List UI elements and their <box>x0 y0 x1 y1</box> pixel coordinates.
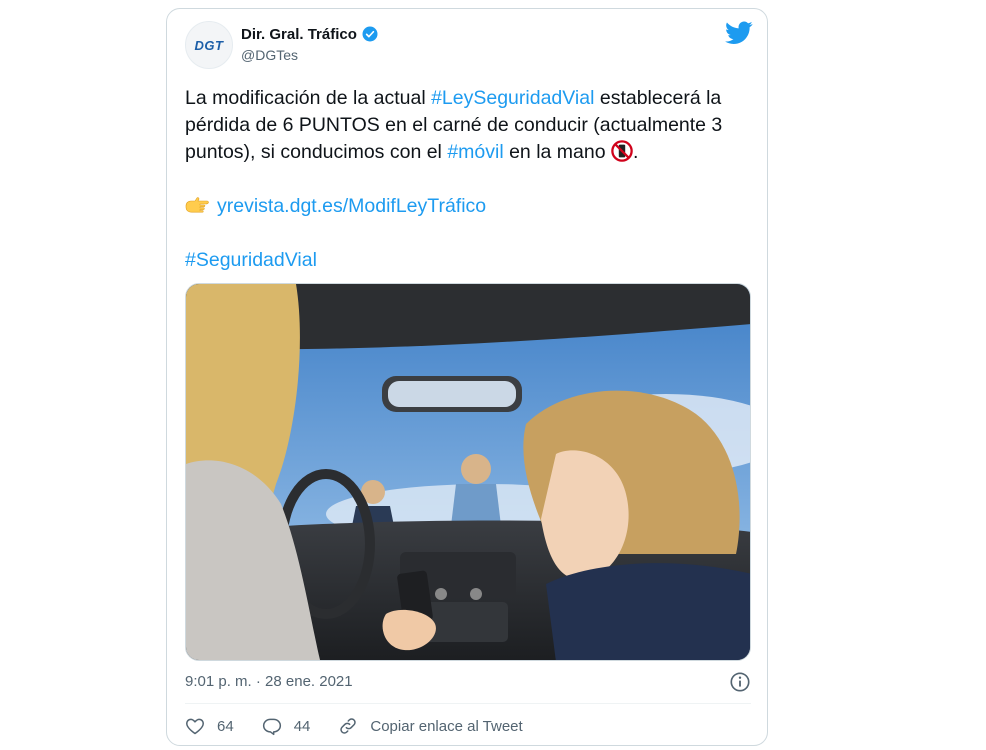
display-name[interactable]: Dir. Gral. Tráfico <box>241 26 357 43</box>
tweet-card: DGT Dir. Gral. Tráfico @DGTes La modific… <box>166 8 768 746</box>
reply-bubble-icon <box>262 718 281 736</box>
like-button[interactable]: 64 <box>185 716 234 736</box>
divider <box>185 703 751 704</box>
tweet-text-part: . <box>633 141 639 163</box>
account-handle[interactable]: @DGTes <box>241 47 298 63</box>
no-mobile-phones-icon <box>611 140 633 162</box>
hashtag-seguridadvial[interactable]: #SeguridadVial <box>185 249 317 271</box>
tweet-link-line: yrevista.dgt.es/ModifLeyTráfico <box>185 193 755 220</box>
copy-link-button[interactable]: Copiar enlace al Tweet <box>338 716 523 736</box>
hashtag-movil[interactable]: #móvil <box>447 141 503 163</box>
reply-count: 44 <box>293 717 311 735</box>
verified-badge-icon <box>362 26 378 42</box>
tweet-hashtag-line: #SeguridadVial <box>185 247 755 274</box>
info-icon[interactable] <box>729 671 751 693</box>
dgt-logo: DGT <box>194 37 224 53</box>
tweet-text: La modificación de la actual #LeySegurid… <box>185 85 755 274</box>
like-count: 64 <box>217 717 234 735</box>
tweet-text-part: La modificación de la actual <box>185 87 432 109</box>
tweet-media-photo[interactable] <box>185 283 751 661</box>
tweet-timestamp[interactable]: 9:01 p. m. · 28 ene. 2021 <box>185 673 353 690</box>
driving-with-phone-photo <box>186 284 750 660</box>
reply-button[interactable]: 44 <box>262 716 311 736</box>
link-icon <box>340 718 357 734</box>
tweet-paragraph: La modificación de la actual #LeySegurid… <box>185 85 755 166</box>
account-avatar[interactable]: DGT <box>185 21 233 69</box>
twitter-bird-icon[interactable] <box>725 21 753 45</box>
hashtag-leyseguridadvial[interactable]: #LeySeguridadVial <box>431 87 594 109</box>
heart-icon <box>186 718 204 735</box>
account-name-row: Dir. Gral. Tráfico <box>241 25 379 43</box>
article-link[interactable]: yrevista.dgt.es/ModifLeyTráfico <box>217 195 486 217</box>
backhand-index-pointing-right-icon <box>185 197 209 213</box>
tweet-actions: 64 44 Copiar enlace al Tweet <box>185 716 551 736</box>
tweet-text-part: en la mano <box>503 141 611 163</box>
copy-link-label: Copiar enlace al Tweet <box>370 717 523 735</box>
